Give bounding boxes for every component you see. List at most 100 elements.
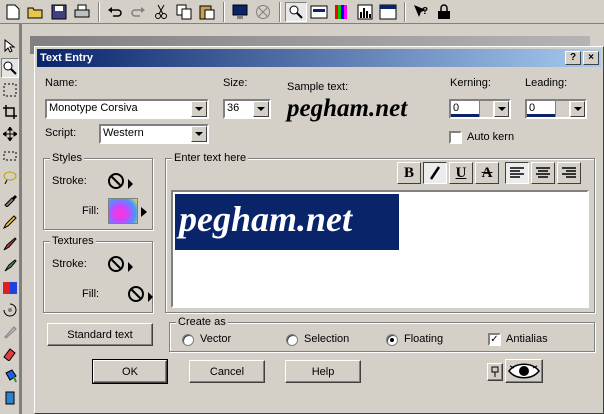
auto-kern-label: Auto kern <box>467 131 515 143</box>
retouch-tool-icon[interactable] <box>1 300 19 320</box>
styles-fill-label: Fill: <box>82 205 100 217</box>
text-entry-area[interactable]: pegham.net <box>171 190 589 308</box>
kerning-label: Kerning: <box>450 77 491 89</box>
kerning-up-down-icon[interactable] <box>479 101 493 117</box>
web-icon[interactable] <box>252 2 274 22</box>
selection-tool-icon[interactable] <box>1 80 19 100</box>
arrow-tool-icon[interactable] <box>1 36 19 56</box>
leading-slider-bar <box>527 114 557 117</box>
chevron-down-icon[interactable] <box>494 101 509 117</box>
textures-fill-none-icon[interactable] <box>126 284 156 306</box>
clone-tool-icon[interactable] <box>1 256 19 276</box>
create-as-group: Create as Vector Selection Floating ✓ An… <box>169 316 595 352</box>
crop-tool-icon[interactable] <box>1 102 19 122</box>
brush-tool-icon[interactable] <box>1 234 19 254</box>
entered-text: pegham.net <box>179 199 353 239</box>
print-icon[interactable] <box>71 2 93 22</box>
monitor-icon[interactable] <box>229 2 251 22</box>
align-center-icon[interactable] <box>531 162 555 184</box>
font-name-select[interactable]: Monotype Corsiva <box>45 99 209 119</box>
eye-icon[interactable] <box>505 359 543 383</box>
eraser-tool-icon[interactable] <box>1 344 19 364</box>
help-icon[interactable]: ? <box>410 2 432 22</box>
open-icon[interactable] <box>25 2 47 22</box>
align-right-icon[interactable] <box>557 162 581 184</box>
textures-fill-label: Fill: <box>82 288 100 300</box>
leading-spinner[interactable]: 0 <box>525 99 587 119</box>
palette-icon[interactable] <box>331 2 353 22</box>
toolbar-separator <box>404 1 406 22</box>
kerning-slider-bar <box>451 114 481 117</box>
window-icon[interactable] <box>377 2 399 22</box>
toolbar-separator <box>223 1 225 22</box>
histogram-icon[interactable] <box>354 2 376 22</box>
align-left-icon[interactable] <box>505 162 529 184</box>
styles-fill-arrow-icon[interactable] <box>140 206 148 221</box>
chevron-down-icon[interactable] <box>253 101 269 117</box>
leading-label: Leading: <box>525 77 568 89</box>
save-icon[interactable] <box>48 2 70 22</box>
new-icon[interactable] <box>2 2 24 22</box>
lock-icon[interactable] <box>433 2 455 22</box>
font-size-value: 36 <box>227 102 240 114</box>
standard-text-button[interactable]: Standard text <box>47 323 153 346</box>
close-icon[interactable]: × <box>583 51 599 65</box>
vector-label: Vector <box>200 333 232 345</box>
styles-stroke-none-icon[interactable] <box>106 171 136 193</box>
font-size-select[interactable]: 36 <box>223 99 271 119</box>
cut-icon[interactable] <box>150 2 172 22</box>
textures-stroke-none-icon[interactable] <box>106 254 136 276</box>
copy-icon[interactable] <box>173 2 195 22</box>
application-toolbar: ? <box>0 0 604 24</box>
create-as-title: Create as <box>176 316 228 328</box>
zoom-icon[interactable] <box>285 1 307 22</box>
paste-icon[interactable] <box>196 2 218 22</box>
enter-text-label: Enter text here <box>172 152 249 164</box>
redo-icon[interactable] <box>127 2 149 22</box>
smudge-tool-icon[interactable] <box>1 322 19 342</box>
leading-up-down-icon[interactable] <box>555 101 569 117</box>
leading-value: 0 <box>529 102 536 114</box>
antialias-label: Antialias <box>506 333 548 345</box>
help-button[interactable]: Help <box>285 360 361 383</box>
color-replace-tool-icon[interactable] <box>1 278 19 298</box>
underline-button[interactable]: U <box>449 162 473 184</box>
kerning-spinner[interactable]: 0 <box>449 99 511 119</box>
auto-kern-checkbox[interactable] <box>449 131 462 144</box>
help-caption-button[interactable]: ? <box>565 51 581 65</box>
strikethrough-button[interactable]: A <box>475 162 499 184</box>
antialias-checkbox[interactable]: ✓ <box>488 333 501 346</box>
chevron-down-icon[interactable] <box>191 101 207 117</box>
move-tool-icon[interactable] <box>1 124 19 144</box>
toolbar-separator <box>279 1 281 22</box>
selection-radio[interactable] <box>286 334 298 346</box>
cancel-button[interactable]: Cancel <box>189 360 265 383</box>
styles-group-title: Styles <box>50 152 84 164</box>
fill-tool-icon[interactable] <box>1 366 19 386</box>
lasso-tool-icon[interactable] <box>1 146 19 166</box>
toolbar-icon[interactable] <box>308 2 330 22</box>
dropper-tool-icon[interactable] <box>1 190 19 210</box>
ok-button[interactable]: OK <box>92 359 168 384</box>
styles-fill-swatch[interactable] <box>108 198 138 224</box>
tool-palette <box>0 24 20 414</box>
script-select[interactable]: Western <box>99 124 209 144</box>
dialog-titlebar[interactable]: Text Entry ? × <box>37 49 601 67</box>
chevron-down-icon[interactable] <box>570 101 585 117</box>
sample-text-label: Sample text: <box>287 81 349 93</box>
floating-radio[interactable] <box>386 334 398 346</box>
svg-text:?: ? <box>422 6 428 17</box>
chevron-down-icon[interactable] <box>191 126 207 142</box>
selection-label: Selection <box>304 333 350 345</box>
undo-icon[interactable] <box>104 2 126 22</box>
italic-button[interactable] <box>423 162 447 184</box>
bold-button[interactable]: B <box>397 162 421 184</box>
zoom-tool-icon[interactable] <box>1 58 19 78</box>
sample-text-preview: pegham.net <box>287 95 408 122</box>
script-label: Script: <box>45 127 77 139</box>
pencil-tool-icon[interactable] <box>1 212 19 232</box>
picture-tube-tool-icon[interactable] <box>1 388 19 408</box>
pin-icon[interactable] <box>487 363 503 381</box>
vector-radio[interactable] <box>182 334 194 346</box>
freehand-tool-icon[interactable] <box>1 168 19 188</box>
